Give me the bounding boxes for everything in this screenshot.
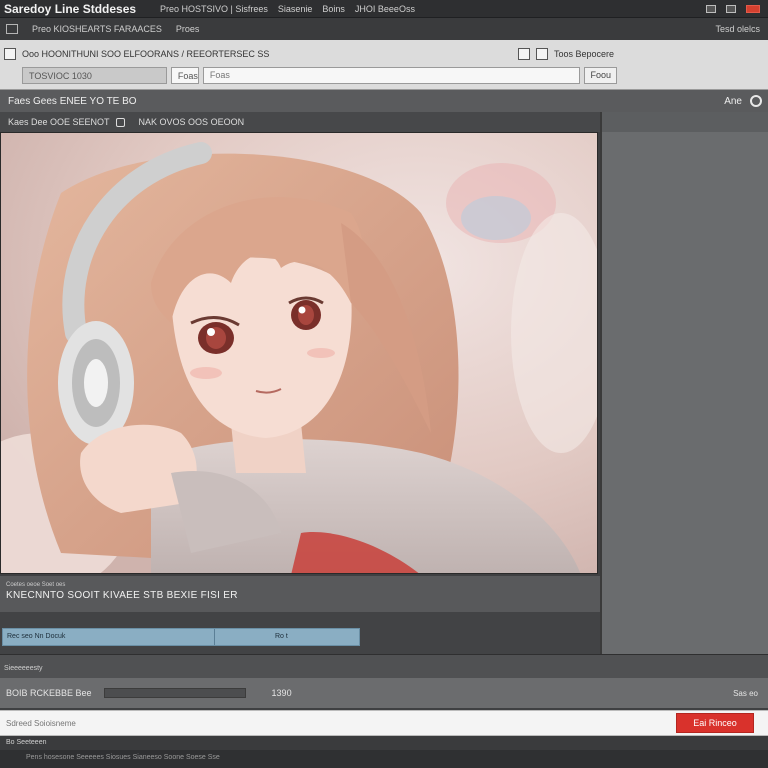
page-icon[interactable]	[4, 48, 16, 60]
menu-item-4[interactable]: JHOI BeeeOss	[355, 4, 415, 14]
image-preview[interactable]	[0, 132, 598, 574]
toolbar-right-label[interactable]: Toos Bepocere	[554, 49, 614, 59]
minimize-button[interactable]	[706, 4, 716, 13]
settings-label: BOIB RCKEBBE Bee	[6, 688, 92, 698]
tab-2[interactable]: NAK OVOS OOS OEOON	[139, 117, 245, 127]
progress-segment-2: Ro t	[275, 633, 288, 640]
progress-bar[interactable]: Rec seo Nn Docuk Ro t	[2, 628, 360, 646]
footer-links: Pens hosesone Seeeees Siosues Sianeeso S…	[0, 750, 768, 768]
menubar-item-2[interactable]: Proes	[176, 24, 200, 34]
menu-icon[interactable]	[6, 24, 18, 34]
footer-status: Bo Seeteeen	[0, 736, 768, 750]
panel-header: Kaes Dee OOE SEENOT NAK OVOS OOS OEOON	[0, 112, 600, 132]
anime-girl-illustration	[1, 133, 597, 573]
menu-item-3[interactable]: Boins	[322, 4, 345, 14]
section-right-label: Ane	[724, 95, 742, 107]
section-title: Faes Gees ENEE YO TE BO	[8, 95, 137, 107]
settings-strip: BOIB RCKEBBE Bee 1390 Sas eo	[0, 678, 768, 708]
settings-right-label[interactable]: Sas eo	[733, 689, 768, 698]
status-strip: Sieeeeeesty	[0, 654, 768, 678]
toolbar-row-fields: TOSVIOC 1030 Foas Foou	[22, 66, 617, 84]
mode-field[interactable]: Foas	[170, 66, 199, 84]
tab-1[interactable]: Kaes Dee OOE SEENOT	[8, 117, 110, 127]
search-input[interactable]	[202, 66, 581, 84]
info-title: KNECNNTO SOOIT KIVAEE STB BEXIE FISI ER	[6, 590, 238, 601]
section-header: Faes Gees ENEE YO TE BO Ane	[0, 90, 768, 112]
toolbar-row-path: Ooo HOONITHUNI SOO ELFOORANS / REEORTERS…	[4, 46, 614, 62]
go-button[interactable]: Foou	[584, 66, 617, 84]
progress-segment-1: Rec seo Nn Docuk	[3, 629, 215, 645]
menubar-item-1[interactable]: Preo KIOSHEARTS FARAACES	[32, 24, 162, 34]
settings-slider[interactable]	[103, 688, 246, 698]
maximize-button[interactable]	[726, 4, 736, 13]
prompt-row: Eai Rinceo	[0, 710, 768, 736]
picture-icon[interactable]	[517, 48, 530, 60]
settings-value: 1390	[271, 688, 292, 698]
toolbar: Ooo HOONITHUNI SOO ELFOORANS / REEORTERS…	[0, 40, 768, 90]
menu-item-2[interactable]: Siasenie	[278, 4, 313, 14]
info-caption: Coetes oeoe Soet oes	[6, 582, 66, 588]
window-controls	[706, 4, 768, 13]
image-info: Coetes oeoe Soet oes KNECNNTO SOOIT KIVA…	[0, 576, 600, 612]
run-button[interactable]: Eai Rinceo	[676, 713, 754, 733]
menu-item-1[interactable]: Preo HOSTSIVO | Sisfrees	[160, 4, 268, 14]
path-label: Ooo HOONITHUNI SOO ELFOORANS / REEORTERS…	[22, 49, 270, 59]
menubar-right[interactable]: Tesd olelcs	[715, 24, 768, 34]
layout-icon[interactable]	[535, 48, 548, 60]
source-field[interactable]: TOSVIOC 1030	[22, 66, 167, 84]
properties-panel-header	[602, 112, 768, 132]
close-button[interactable]	[746, 4, 760, 13]
menu-bar: Preo KIOSHEARTS FARAACES Proes Tesd olel…	[0, 18, 768, 40]
app-title: Saredoy Line Stddeses	[4, 1, 137, 16]
settings-icon[interactable]	[115, 117, 125, 127]
prompt-input[interactable]	[0, 718, 660, 728]
properties-panel	[600, 112, 768, 654]
refresh-icon[interactable]	[750, 95, 762, 107]
title-bar: Saredoy Line Stddeses Preo HOSTSIVO | Si…	[0, 0, 768, 18]
